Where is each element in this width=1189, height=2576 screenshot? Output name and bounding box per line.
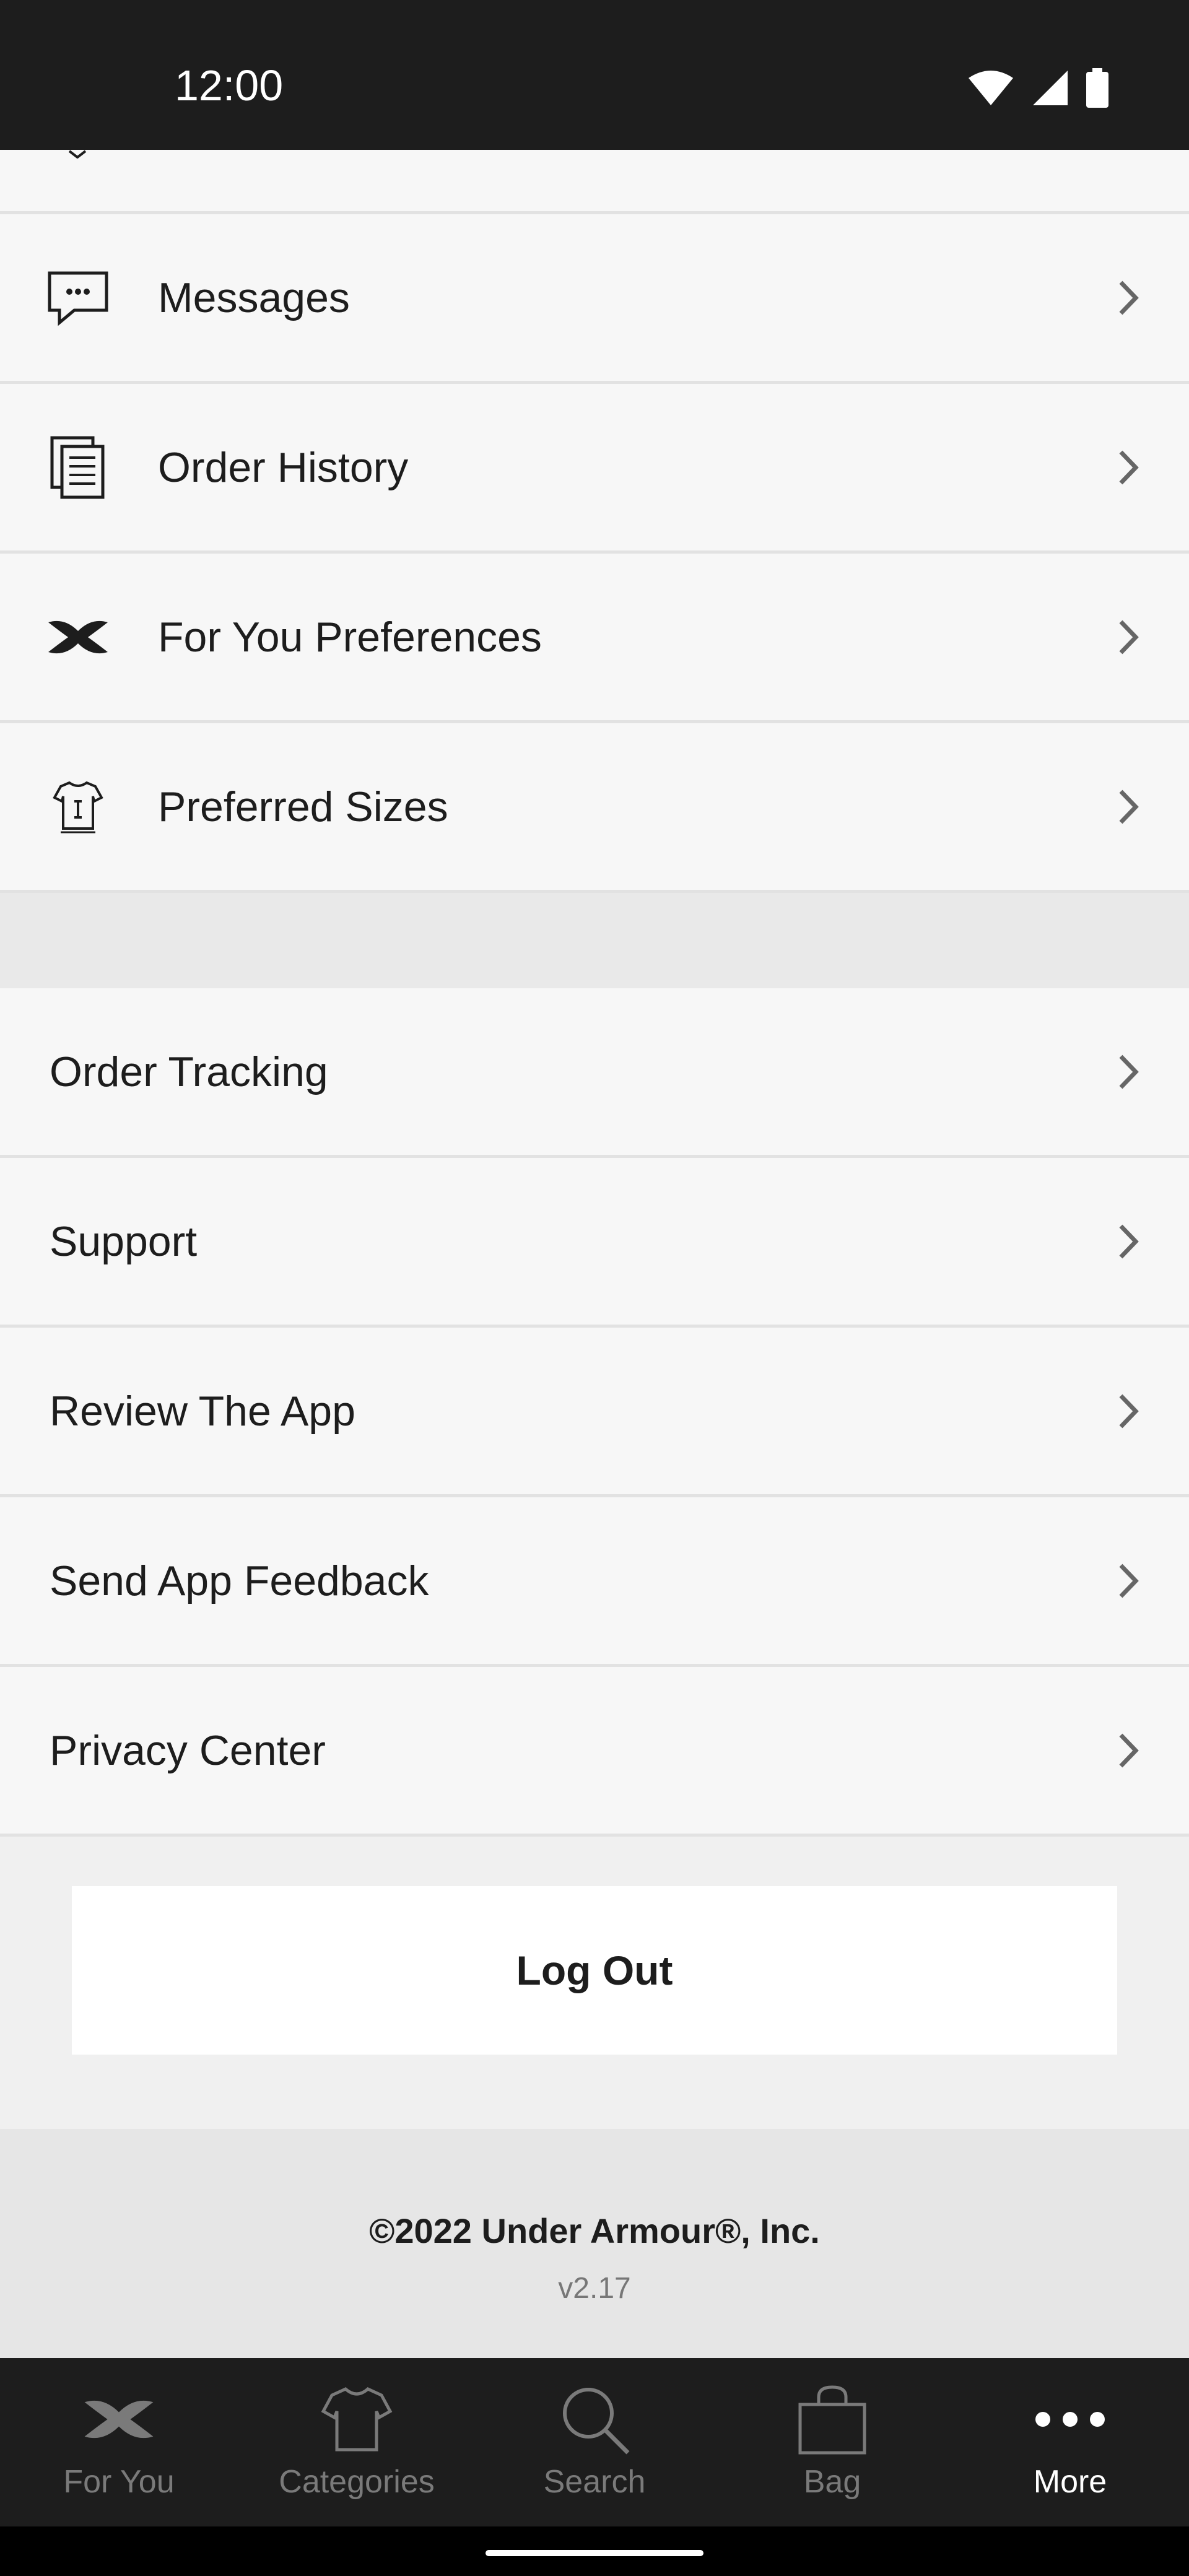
general-row-label: Order Tracking bbox=[50, 1048, 328, 1095]
account-row-order-history[interactable]: Order History bbox=[0, 384, 1189, 554]
status-time: 12:00 bbox=[175, 61, 284, 110]
chevron-right-icon bbox=[1119, 1055, 1139, 1089]
bottom-nav: For You Categories Search Bag More bbox=[0, 2358, 1189, 2526]
account-row-for-you-preferences[interactable]: For You Preferences bbox=[0, 554, 1189, 723]
document-icon bbox=[46, 435, 110, 500]
cell-signal-icon bbox=[1033, 71, 1068, 105]
general-row-send-app-feedback[interactable]: Send App Feedback bbox=[0, 1497, 1189, 1667]
general-row-privacy-center[interactable]: Privacy Center bbox=[0, 1667, 1189, 1837]
account-row-label: For You Preferences bbox=[158, 613, 542, 661]
general-row-label: Support bbox=[50, 1217, 198, 1265]
general-row-label: Send App Feedback bbox=[50, 1557, 429, 1604]
chevron-right-icon bbox=[1119, 281, 1139, 315]
ua-logo-icon bbox=[46, 605, 110, 669]
chevron-right-icon bbox=[1119, 1224, 1139, 1258]
more-dots-icon bbox=[1032, 2379, 1108, 2460]
account-row-preferred-sizes[interactable]: Preferred Sizes bbox=[0, 723, 1189, 893]
nav-label: Search bbox=[543, 2464, 646, 2500]
general-row-review-the-app[interactable]: Review The App bbox=[0, 1328, 1189, 1497]
ua-logo-icon bbox=[82, 2379, 156, 2460]
wifi-icon bbox=[969, 71, 1013, 105]
chevron-right-icon bbox=[1119, 450, 1139, 484]
footer: ©2022 Under Armour®, Inc. v2.17 bbox=[0, 2129, 1189, 2358]
account-list: Messages Order History For You Preferenc… bbox=[0, 214, 1189, 893]
nav-label: More bbox=[1033, 2464, 1107, 2500]
chevron-down-icon bbox=[68, 150, 87, 159]
general-row-label: Privacy Center bbox=[50, 1726, 326, 1774]
search-icon bbox=[557, 2379, 632, 2460]
chevron-right-icon bbox=[1119, 1733, 1139, 1767]
app-version: v2.17 bbox=[558, 2272, 631, 2305]
gesture-bar bbox=[0, 2526, 1189, 2576]
bag-icon bbox=[798, 2379, 867, 2460]
account-row-messages[interactable]: Messages bbox=[0, 214, 1189, 384]
battery-icon bbox=[1086, 68, 1108, 108]
chevron-right-icon bbox=[1119, 1564, 1139, 1598]
nav-label: Bag bbox=[803, 2464, 861, 2500]
nav-label: For You bbox=[63, 2464, 175, 2500]
nav-for-you[interactable]: For You bbox=[0, 2358, 238, 2526]
account-row-label: Order History bbox=[158, 443, 409, 491]
nav-search[interactable]: Search bbox=[476, 2358, 713, 2526]
general-row-support[interactable]: Support bbox=[0, 1158, 1189, 1328]
log-out-button[interactable]: Log Out bbox=[72, 1886, 1117, 2055]
general-row-label: Review The App bbox=[50, 1387, 355, 1435]
chevron-right-icon bbox=[1119, 620, 1139, 654]
account-row-label: Messages bbox=[158, 274, 350, 321]
status-icons bbox=[967, 68, 1108, 108]
home-indicator[interactable] bbox=[486, 2550, 703, 2556]
nav-label: Categories bbox=[279, 2464, 435, 2500]
chat-bubble-icon bbox=[46, 266, 110, 330]
nav-categories[interactable]: Categories bbox=[238, 2358, 476, 2526]
status-bar: 12:00 bbox=[0, 0, 1189, 150]
nav-more[interactable]: More bbox=[951, 2358, 1189, 2526]
copyright-text: ©2022 Under Armour®, Inc. bbox=[369, 2211, 820, 2250]
nav-bag[interactable]: Bag bbox=[713, 2358, 951, 2526]
shirt-icon bbox=[321, 2379, 393, 2460]
logout-section: Log Out bbox=[0, 1837, 1189, 2129]
chevron-right-icon bbox=[1119, 1394, 1139, 1428]
partial-row bbox=[0, 150, 1189, 214]
chevron-right-icon bbox=[1119, 790, 1139, 824]
shirt-size-icon bbox=[46, 775, 110, 839]
account-row-label: Preferred Sizes bbox=[158, 783, 448, 830]
general-row-order-tracking[interactable]: Order Tracking bbox=[0, 988, 1189, 1158]
general-list: Order Tracking Support Review The App Se… bbox=[0, 988, 1189, 1837]
